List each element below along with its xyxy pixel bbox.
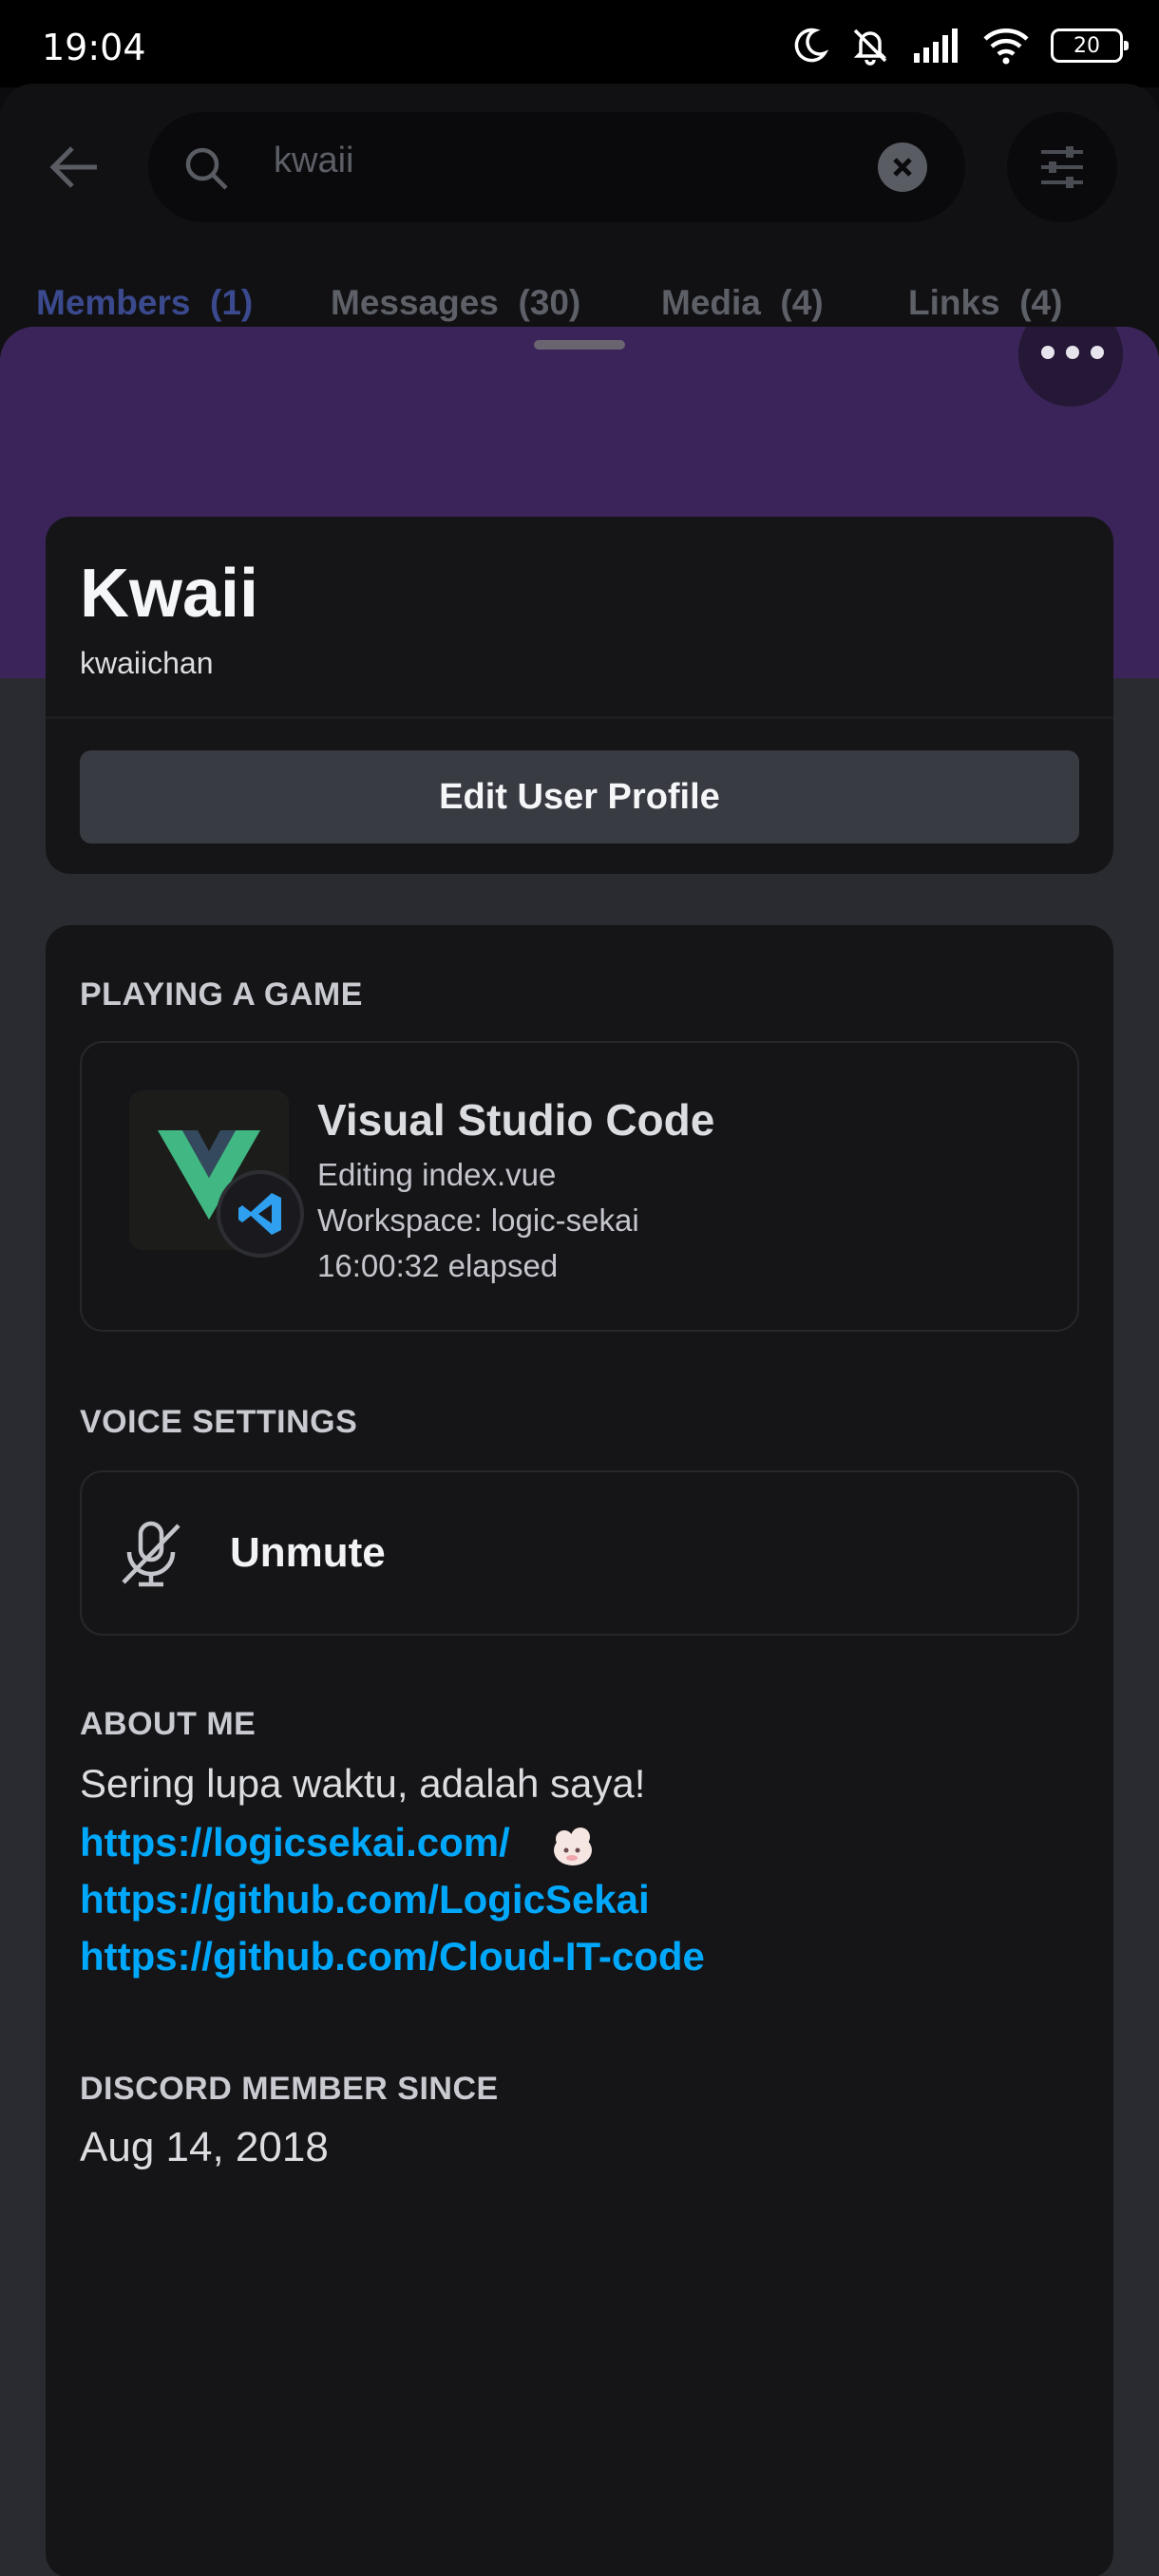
- search-icon: [185, 147, 228, 190]
- voice-section-label: VOICE SETTINGS: [80, 1404, 358, 1440]
- search-bar[interactable]: kwaii: [148, 112, 965, 222]
- tab-members[interactable]: Members (1): [36, 283, 253, 323]
- about-link-3[interactable]: https://github.com/Cloud-IT-code: [80, 1934, 705, 1979]
- member-since-date: Aug 14, 2018: [80, 2124, 329, 2170]
- username: kwaiichan: [80, 646, 214, 680]
- wifi-icon: [983, 28, 1029, 65]
- about-link-1[interactable]: https://logicsekai.com/: [80, 1820, 510, 1866]
- sliders-icon: [1041, 146, 1083, 188]
- activity-app-name: Visual Studio Code: [317, 1095, 715, 1145]
- filter-button[interactable]: [1007, 112, 1117, 222]
- clear-search-icon[interactable]: [878, 142, 927, 192]
- signal-icon: [914, 28, 958, 63]
- activity-details: Editing index.vue: [317, 1157, 557, 1192]
- drag-handle[interactable]: [534, 340, 625, 350]
- display-name: Kwaii: [80, 556, 259, 632]
- status-icons: 20: [790, 25, 1129, 66]
- vscode-icon: [217, 1170, 304, 1258]
- tab-links[interactable]: Links (4): [908, 283, 1062, 323]
- about-link-2[interactable]: https://github.com/LogicSekai: [80, 1877, 650, 1923]
- member-since-section-label: DISCORD MEMBER SINCE: [80, 2071, 499, 2107]
- identity-card: Kwaii kwaiichan Edit User Profile: [46, 517, 1113, 874]
- status-time: 19:04: [42, 27, 146, 68]
- activity-card[interactable]: Visual Studio Code Editing index.vue Wor…: [80, 1041, 1079, 1332]
- mic-off-icon: [122, 1521, 180, 1587]
- about-me-text: Sering lupa waktu, adalah saya!: [80, 1761, 646, 1806]
- profile-details-card: PLAYING A GAME Visual Studio Code Editin…: [46, 925, 1113, 2576]
- tab-messages[interactable]: Messages (30): [331, 283, 580, 323]
- status-bar: 19:04 20: [0, 0, 1159, 87]
- about-section-label: ABOUT ME: [80, 1706, 256, 1742]
- edit-user-profile-button[interactable]: Edit User Profile: [80, 750, 1079, 843]
- battery-level: 20: [1074, 34, 1100, 58]
- unmute-label: Unmute: [230, 1529, 386, 1576]
- moon-icon: [794, 28, 828, 63]
- activity-elapsed: 16:00:32 elapsed: [317, 1248, 559, 1283]
- battery-icon: 20: [1051, 28, 1129, 63]
- activity-section-label: PLAYING A GAME: [80, 976, 363, 1013]
- ellipsis-icon: [1041, 346, 1104, 359]
- search-input[interactable]: kwaii: [274, 141, 353, 181]
- back-arrow-icon[interactable]: [48, 142, 101, 192]
- unmute-button[interactable]: Unmute: [80, 1470, 1079, 1636]
- screen: 19:04 20 kwaii Members (1) Messages (30)…: [0, 0, 1159, 2576]
- tab-media[interactable]: Media (4): [661, 283, 824, 323]
- divider: [46, 716, 1113, 719]
- bell-off-icon: [853, 28, 887, 66]
- activity-state: Workspace: logic-sekai: [317, 1203, 639, 1238]
- emoji-icon: [554, 1828, 592, 1866]
